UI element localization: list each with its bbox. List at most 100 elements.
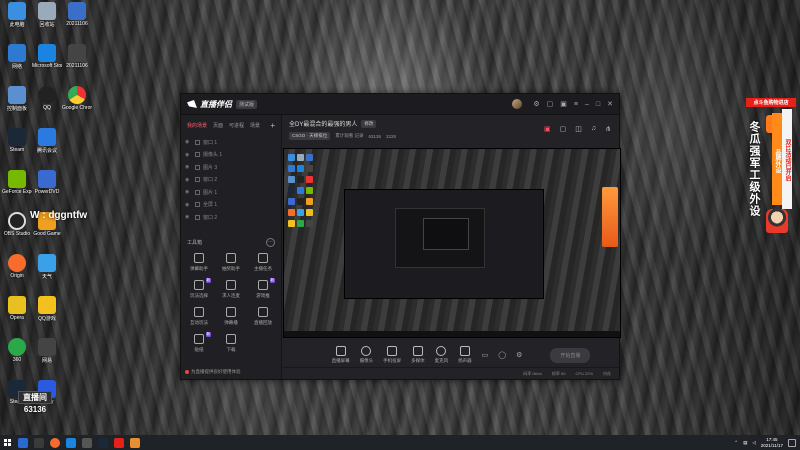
shield-icon[interactable]: ◫ <box>575 125 582 133</box>
avatar[interactable] <box>512 99 523 109</box>
tool-replay[interactable]: 直播回放 <box>247 306 279 326</box>
start-live-button[interactable]: 开始直播 <box>550 347 591 363</box>
maximize-icon[interactable]: □ <box>596 101 600 108</box>
eye-icon[interactable]: ◉ <box>185 164 192 170</box>
desktop-icon-weather[interactable]: 天气 <box>32 254 62 280</box>
desktop-icon-control-panel[interactable]: 控制面板 <box>2 86 32 112</box>
tool-play-choice[interactable]: 新玩法选择 <box>183 277 215 299</box>
tool-connect[interactable]: 求人连麦 <box>215 279 247 299</box>
desktop-icon-origin[interactable]: Origin <box>2 254 32 279</box>
start-button[interactable] <box>0 435 14 450</box>
origin-icon[interactable] <box>50 437 60 448</box>
shop-promo-overlay[interactable]: 点斗鱼购物进店 T 冬瓜强军工级外设 品牌外设 双11活动已开启 <box>746 98 796 234</box>
tab-scenes[interactable]: 场景 <box>250 122 260 129</box>
tab-my-scenes[interactable]: 我的场景 <box>187 122 207 129</box>
desktop-icon-network[interactable]: 网络 <box>2 44 32 70</box>
desktop-icon-this-pc[interactable]: 此电脑 <box>2 2 32 28</box>
desktop-icon-obs[interactable]: OBS Studio <box>2 212 32 237</box>
speaker-button[interactable]: 扬声器 <box>458 346 472 364</box>
category-selector[interactable]: CSGO · 天梯排位 <box>289 132 331 140</box>
tool-danmu-play[interactable]: 弹幕播 <box>215 306 247 326</box>
minimize-icon[interactable]: – <box>585 101 589 108</box>
tool-tasks[interactable]: 主播任务 <box>247 252 279 272</box>
notification-icon[interactable] <box>788 438 796 447</box>
desktop-icon-meeting[interactable]: 腾讯会议 <box>32 128 62 154</box>
desktop-icon-folder-1[interactable]: 20211106 <box>62 2 92 27</box>
tab-process[interactable]: 可进程 <box>229 122 244 129</box>
tool-lottery[interactable]: 抽奖助手 <box>215 252 247 272</box>
share-icon[interactable]: ⋔ <box>605 125 611 133</box>
chevron-up-icon[interactable]: ⌃ <box>734 440 738 446</box>
list-item[interactable]: ◉ 全屏 1 <box>185 199 277 212</box>
volume-icon[interactable]: ◁ <box>752 440 755 446</box>
desktop-icon-opera[interactable]: Opera <box>2 296 32 321</box>
lock-icon[interactable]: ▢ <box>560 125 567 133</box>
list-item[interactable]: ◉ 窗口 2 <box>185 174 277 187</box>
opera-icon <box>8 296 26 314</box>
screen-capture-button[interactable]: 直播屏幕 <box>332 346 350 364</box>
phone-cast-button[interactable]: 手机投屏 <box>383 346 401 364</box>
media-button[interactable]: 多媒体 <box>411 346 425 364</box>
list-item[interactable]: ◉ 摄像头 1 <box>185 149 277 162</box>
origin-icon <box>8 254 26 272</box>
toolbox-header: 工具箱 ⋯ <box>187 237 275 247</box>
tool-interactive[interactable]: 互动玩法 <box>183 306 215 326</box>
message-icon[interactable]: ▢ <box>547 100 554 108</box>
record-icon[interactable]: ▭ <box>482 351 489 359</box>
eye-icon[interactable]: ◉ <box>185 189 192 195</box>
add-scene-icon[interactable]: + <box>270 121 275 130</box>
search-icon[interactable] <box>18 437 28 448</box>
circle-icon[interactable]: ◯ <box>498 351 506 359</box>
tab-pages[interactable]: 页面 <box>213 122 223 129</box>
edit-title-button[interactable]: 修改 <box>361 119 377 128</box>
file-icon <box>68 44 86 62</box>
video-icon <box>258 306 268 317</box>
desktop-icon-store[interactable]: Microsoft Store <box>32 44 62 69</box>
tool-download[interactable]: 下载 <box>215 333 247 353</box>
menu-icon[interactable]: ≡ <box>574 101 578 108</box>
clock[interactable]: 17:45 2021/11/17 <box>761 437 783 449</box>
live-companion-icon[interactable] <box>130 437 140 448</box>
tool-sticker[interactable]: 新贴纸 <box>183 331 215 353</box>
close-icon[interactable]: ✕ <box>607 100 613 108</box>
app-icon[interactable] <box>82 437 92 448</box>
eye-icon[interactable]: ◉ <box>185 139 192 145</box>
list-item[interactable]: ◉ 图片 3 <box>185 161 277 174</box>
tool-danmu-helper[interactable]: 弹幕助手 <box>183 252 215 272</box>
desktop-icon-qqgame[interactable]: QQ游戏 <box>32 296 62 322</box>
list-item[interactable]: ◉ 窗口 2 <box>185 211 277 224</box>
eye-icon[interactable]: ◉ <box>185 152 192 158</box>
window-controls: ⚙ ▢ ▣ ≡ – □ ✕ <box>512 99 613 109</box>
steam-icon[interactable] <box>98 437 108 448</box>
store-icon <box>38 44 56 62</box>
store-icon[interactable] <box>66 437 76 448</box>
desktop-icon-qq[interactable]: QQ <box>32 86 62 111</box>
gear-icon[interactable]: ⚙ <box>516 351 522 359</box>
list-item[interactable]: ◉ 图片 1 <box>185 186 277 199</box>
desktop-icon-360[interactable]: 360 <box>2 338 32 363</box>
desktop-icon-geforce[interactable]: GeForce Experience <box>2 170 32 195</box>
list-item[interactable]: ◉ 窗口 1 <box>185 136 277 149</box>
gift-icon[interactable]: ▣ <box>560 100 567 108</box>
tool-game-promo[interactable]: 新游戏推 <box>247 277 279 299</box>
camera-button[interactable]: 摄像头 <box>360 346 373 364</box>
task-view-icon[interactable] <box>34 437 44 448</box>
desktop-icon-folder-2[interactable]: 20211106 <box>62 44 92 69</box>
desktop-icon-steam[interactable]: Steam <box>2 128 32 153</box>
network-icon[interactable]: ▤ <box>743 440 747 446</box>
eye-icon[interactable]: ◉ <box>185 214 192 220</box>
gift-icon[interactable]: ▣ <box>544 125 551 133</box>
desktop-icon-netease[interactable]: 网易 <box>32 338 62 364</box>
desktop-icon-powerdvd[interactable]: PowerDVD <box>32 170 62 195</box>
stream-preview[interactable] <box>283 148 621 338</box>
settings-icon[interactable]: ⚙ <box>533 100 539 108</box>
status-cpu: CPU 22% <box>575 371 593 376</box>
more-icon[interactable]: ⋯ <box>266 237 275 247</box>
bell-icon[interactable]: ♫ <box>591 125 596 133</box>
douyu-icon[interactable] <box>114 437 124 448</box>
desktop-icon-chrome[interactable]: Google Chrome <box>62 86 92 111</box>
microphone-button[interactable]: 麦克风 <box>435 346 448 364</box>
eye-icon[interactable]: ◉ <box>185 177 192 183</box>
desktop-icon-recycle[interactable]: 回收站 <box>32 2 62 28</box>
eye-icon[interactable]: ◉ <box>185 202 192 208</box>
